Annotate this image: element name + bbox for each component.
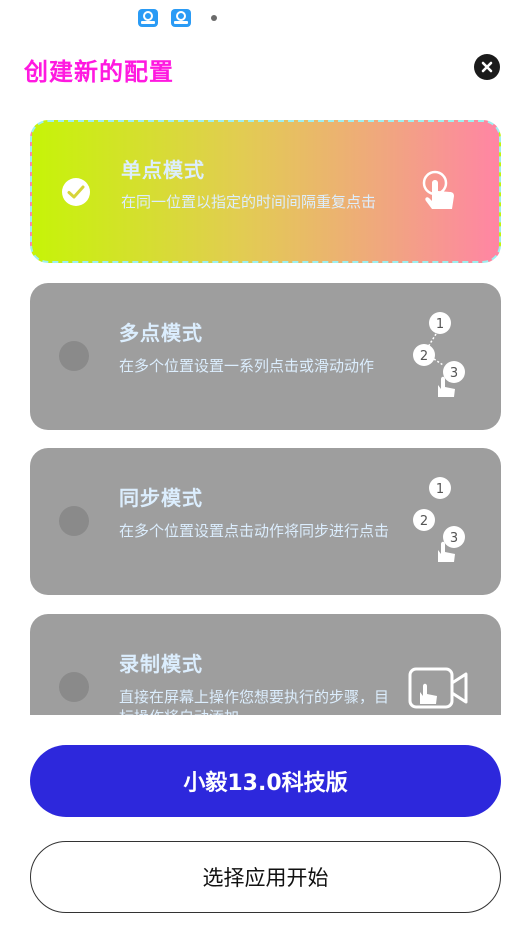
- primary-action-button[interactable]: 小毅13.0科技版: [30, 745, 501, 817]
- app-notification-icon: [171, 9, 191, 27]
- mode-list[interactable]: 单点模式 在同一位置以指定的时间间隔重复点击 多点模式 在多个位置设置一系列点击…: [0, 112, 531, 715]
- svg-text:3: 3: [450, 366, 458, 381]
- radio-checked[interactable]: [61, 177, 91, 207]
- record-icon: [408, 667, 468, 709]
- single-tap-icon: [422, 170, 454, 209]
- mode-description: 在同一位置以指定的时间间隔重复点击: [121, 193, 377, 211]
- mode-description: 在多个位置设置点击动作将同步进行点击: [119, 522, 390, 540]
- mode-title: 录制模式: [119, 652, 203, 676]
- check-icon: [62, 178, 90, 206]
- mode-title: 同步模式: [119, 486, 203, 510]
- status-bar: [0, 0, 531, 36]
- mode-title: 单点模式: [121, 158, 205, 182]
- mode-card-multi[interactable]: 多点模式 在多个位置设置一系列点击或滑动动作 1 2 3: [30, 283, 501, 430]
- close-icon: [481, 61, 493, 73]
- sync-tap-icon: 1 2 3: [413, 477, 465, 562]
- radio-unchecked[interactable]: [59, 506, 89, 536]
- radio-unchecked[interactable]: [59, 672, 89, 702]
- mode-description: 在多个位置设置一系列点击或滑动动作: [119, 357, 375, 375]
- multi-tap-icon: 1 2 3: [413, 312, 465, 397]
- page-title: 创建新的配置: [24, 58, 174, 86]
- svg-text:3: 3: [450, 531, 458, 546]
- svg-text:2: 2: [420, 514, 428, 529]
- more-notifications-dot: [211, 15, 217, 21]
- radio-unchecked[interactable]: [59, 341, 89, 371]
- svg-text:1: 1: [436, 317, 444, 332]
- select-app-button[interactable]: 选择应用开始: [30, 841, 501, 913]
- close-button[interactable]: [474, 54, 500, 80]
- mode-card-single[interactable]: 单点模式 在同一位置以指定的时间间隔重复点击: [30, 120, 501, 263]
- app-notification-icon: [138, 9, 158, 27]
- mode-title: 多点模式: [119, 321, 203, 345]
- mode-card-record[interactable]: 录制模式 直接在屏幕上操作您想要执行的步骤，目标操作将自动添加: [30, 614, 501, 715]
- svg-text:2: 2: [420, 349, 428, 364]
- mode-description: 直接在屏幕上操作您想要执行的步骤，目标操作将自动添加: [119, 688, 390, 715]
- svg-text:1: 1: [436, 482, 444, 497]
- mode-card-sync[interactable]: 同步模式 在多个位置设置点击动作将同步进行点击 1 2 3: [30, 448, 501, 595]
